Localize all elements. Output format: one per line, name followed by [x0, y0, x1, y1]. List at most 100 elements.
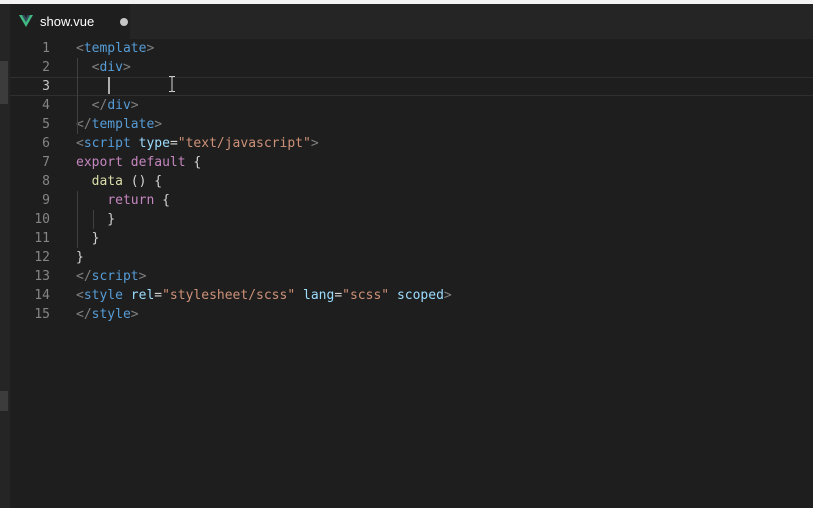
unsaved-changes-dot-icon[interactable] — [120, 18, 128, 26]
code-token: "stylesheet/scss" — [162, 288, 296, 303]
code-text: } — [76, 248, 84, 267]
code-text: <div> — [76, 58, 131, 77]
code-text: <template> — [76, 39, 154, 58]
code-token: } — [76, 212, 116, 227]
code-token: > — [138, 269, 147, 284]
code-token: style — [91, 307, 131, 322]
code-token: </ — [91, 98, 108, 113]
code-text: } — [76, 210, 115, 229]
code-token: rel — [130, 288, 155, 303]
code-line[interactable]: 2 <div> — [10, 58, 813, 77]
vue-logo-icon — [19, 15, 33, 27]
line-number: 4 — [42, 98, 50, 113]
code-token: } — [76, 231, 100, 246]
code-line[interactable]: 5 </template> — [10, 115, 813, 134]
code-line[interactable]: 11 } — [10, 229, 813, 248]
line-number: 15 — [34, 307, 50, 322]
line-number: 11 — [34, 231, 50, 246]
code-token: "scss" — [342, 288, 390, 303]
mouse-ibeam-cursor-icon — [169, 76, 175, 92]
line-number: 2 — [42, 60, 50, 75]
code-text: <style rel="stylesheet/scss" lang="scss"… — [76, 286, 452, 305]
code-line[interactable]: 6 <script type="text/javascript"> — [10, 134, 813, 153]
code-token: { — [185, 155, 202, 170]
code-text: export default { — [76, 153, 201, 172]
code-token: template — [91, 117, 155, 132]
code-token: > — [154, 117, 163, 132]
code-line[interactable]: 8 data () { — [10, 172, 813, 191]
code-line[interactable]: 10 } — [10, 210, 813, 229]
indent-guide — [77, 191, 78, 248]
code-token: > — [310, 136, 319, 151]
code-token: = — [334, 288, 343, 303]
code-token: "text/javascript" — [177, 136, 311, 151]
line-number: 9 — [42, 193, 50, 208]
code-text: return { — [76, 191, 170, 210]
code-editor[interactable]: 15 </style> 14 <style rel="stylesheet/scss"… — [10, 39, 813, 508]
editor-tab-bar: show.vue — [0, 4, 813, 39]
code-line[interactable]: 1 <template> — [10, 39, 813, 58]
code-token: > — [443, 288, 452, 303]
code-token: type — [138, 136, 170, 151]
code-text: </script> — [76, 267, 146, 286]
code-line[interactable]: 15 </style> — [10, 305, 813, 324]
code-token: lang — [303, 288, 335, 303]
code-text: } — [76, 229, 100, 248]
code-token: scoped — [396, 288, 444, 303]
code-line[interactable]: 12} — [10, 248, 813, 267]
line-number: 8 — [42, 174, 50, 189]
text-cursor — [108, 77, 110, 94]
tab-show-vue[interactable]: show.vue — [10, 4, 130, 39]
code-token: = — [154, 288, 163, 303]
code-token: () { — [122, 174, 163, 189]
code-token: < — [76, 41, 84, 56]
code-token: style — [83, 288, 123, 303]
code-line[interactable]: 3 — [10, 77, 813, 96]
code-token: </ — [76, 117, 92, 132]
code-line[interactable]: 9 return { — [10, 191, 813, 210]
code-token: default — [130, 155, 186, 170]
code-text: </div> — [76, 96, 139, 115]
code-token: script — [91, 269, 139, 284]
line-number: 6 — [42, 136, 50, 151]
line-number: 14 — [34, 288, 50, 303]
line-number: 7 — [42, 155, 50, 170]
activity-gutter — [0, 39, 10, 508]
line-number: 1 — [42, 41, 50, 56]
code-token: </ — [76, 307, 92, 322]
indent-guide — [93, 210, 94, 229]
code-line[interactable]: 4 </div> — [10, 96, 813, 115]
code-token: < — [76, 288, 84, 303]
line-number: 5 — [42, 117, 50, 132]
code-token: < — [76, 136, 84, 151]
code-line[interactable]: 14 <style rel="stylesheet/scss" lang="scs… — [10, 286, 813, 305]
code-token: { — [154, 193, 170, 208]
code-text: <script type="text/javascript"> — [76, 134, 319, 153]
code-token: export — [76, 155, 123, 170]
scroll-position-marker-lower — [0, 391, 8, 411]
code-line[interactable]: 7 export default { — [10, 153, 813, 172]
tab-title: show.vue — [40, 14, 95, 29]
code-token: template — [83, 41, 147, 56]
code-token: > — [122, 60, 131, 75]
line-number: 10 — [34, 212, 50, 227]
code-text: </style> — [76, 305, 139, 324]
code-token: </ — [76, 269, 92, 284]
scroll-position-marker — [0, 61, 8, 104]
code-token: > — [130, 98, 139, 113]
code-token: > — [130, 307, 139, 322]
code-token: data — [91, 174, 123, 189]
code-token: } — [76, 250, 84, 265]
line-number: 3 — [42, 79, 50, 94]
code-line[interactable]: 13 </script> — [10, 267, 813, 286]
line-number: 13 — [34, 269, 50, 284]
